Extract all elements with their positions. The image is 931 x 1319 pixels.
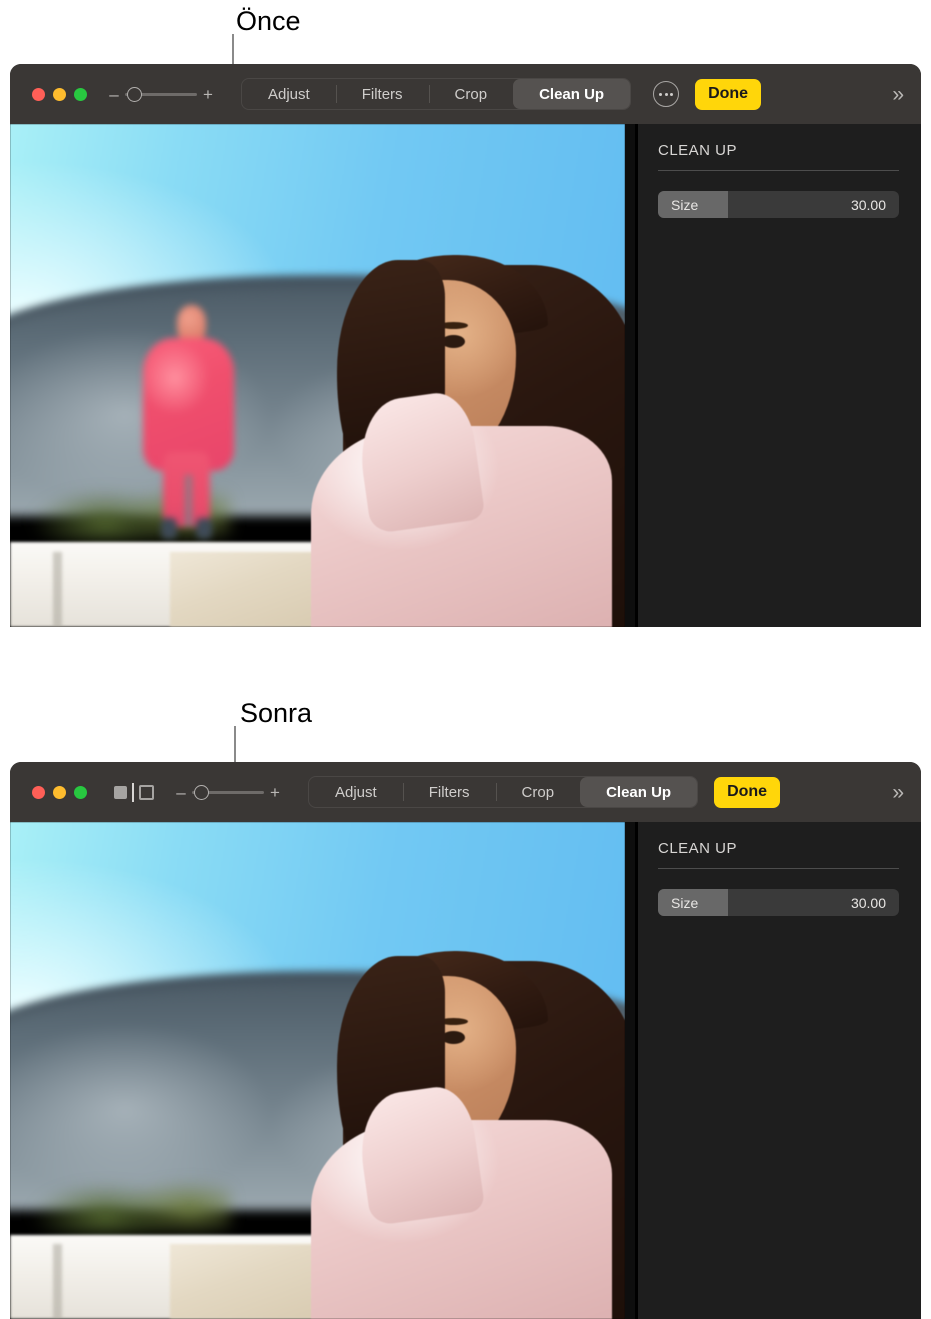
photo-bystander-person [139,305,237,541]
tab-filters[interactable]: Filters [402,777,496,807]
expand-sidebar-chevron-icon[interactable]: » [892,782,904,803]
size-slider-row[interactable]: Size 30.00 [658,889,899,916]
photo-wall-seam [53,551,63,627]
size-slider-row[interactable]: Size 30.00 [658,191,899,218]
compare-divider-icon [132,782,134,802]
callout-label-after: Sonra [240,698,313,728]
bystander-shoe-left [160,517,177,540]
zoom-in-icon[interactable]: + [268,784,282,801]
expand-sidebar-chevron-icon[interactable]: » [892,84,904,105]
clean-up-sidebar: CLEAN UP Size 30.00 [638,822,921,1319]
bystander-shoe-right [196,517,212,540]
before-window-toolbar: – + Adjust Filters Crop Clean Up Done » [10,64,921,124]
zoom-button-icon[interactable] [74,785,87,799]
photo-canvas-after[interactable] [10,822,625,1319]
ellipsis-icon [659,92,674,96]
zoom-slider-knob[interactable] [194,784,209,800]
traffic-lights [32,87,87,101]
close-button-icon[interactable] [32,785,45,799]
before-window: – + Adjust Filters Crop Clean Up Done » [10,64,921,627]
size-slider-label: Size [671,894,699,911]
tab-adjust[interactable]: Adjust [309,777,403,807]
woman-eye-right [442,335,465,349]
tab-adjust[interactable]: Adjust [242,79,336,109]
minimize-button-icon[interactable] [53,785,66,799]
tab-crop[interactable]: Crop [495,777,581,807]
size-slider-value: 30.00 [850,894,886,911]
zoom-slider-track[interactable] [192,782,264,802]
photo-wall-seam [53,1244,63,1319]
traffic-lights [32,785,87,799]
photo-woman-subject [311,822,625,1319]
size-slider-value: 30.00 [850,196,886,213]
tab-filters[interactable]: Filters [335,79,429,109]
callout-label-before: Önce [236,6,301,36]
done-button[interactable]: Done [695,78,762,110]
after-window-content: CLEAN UP Size 30.00 [10,822,921,1319]
zoom-button-icon[interactable] [74,87,87,101]
photo-woman-subject [311,124,625,627]
tab-crop[interactable]: Crop [428,79,514,109]
zoom-out-icon[interactable]: – [107,86,121,103]
more-options-button[interactable] [653,81,680,107]
bystander-body [143,338,234,471]
photo-greenery-left [22,1169,232,1235]
canvas-sidebar-gap [625,124,635,627]
zoom-out-icon[interactable]: – [174,784,188,801]
tab-clean-up[interactable]: Clean Up [580,777,698,807]
sidebar-section-title: CLEAN UP [658,142,738,159]
sidebar-section-title: CLEAN UP [658,840,738,857]
tab-clean-up[interactable]: Clean Up [513,79,631,109]
mode-tabs: Adjust Filters Crop Clean Up [308,776,699,808]
before-window-content: CLEAN UP Size 30.00 [10,124,921,627]
zoom-slider[interactable]: – + [174,782,282,802]
after-window: – + Adjust Filters Crop Clean Up Done » [10,762,921,1319]
minimize-button-icon[interactable] [53,87,66,101]
size-slider-label: Size [671,196,699,213]
after-window-toolbar: – + Adjust Filters Crop Clean Up Done » [10,762,921,822]
done-button[interactable]: Done [714,776,781,808]
canvas-sidebar-gap [625,822,635,1319]
mode-tabs: Adjust Filters Crop Clean Up [241,78,632,110]
zoom-slider-knob[interactable] [127,86,142,102]
photo-canvas-before[interactable] [10,124,625,627]
sidebar-divider [658,170,899,171]
photo-image-after [10,822,625,1319]
compare-outline-square-icon[interactable] [139,784,154,800]
before-after-compare-toggle[interactable] [114,782,154,802]
clean-up-sidebar: CLEAN UP Size 30.00 [638,124,921,627]
photo-image-before [10,124,625,627]
zoom-slider-track[interactable] [125,84,197,104]
zoom-in-icon[interactable]: + [201,86,215,103]
woman-eye-right [442,1030,465,1044]
bystander-leg-gap [185,475,193,528]
compare-filled-square-icon[interactable] [114,785,127,799]
sidebar-divider [658,868,899,869]
close-button-icon[interactable] [32,87,45,101]
zoom-slider[interactable]: – + [107,84,215,104]
